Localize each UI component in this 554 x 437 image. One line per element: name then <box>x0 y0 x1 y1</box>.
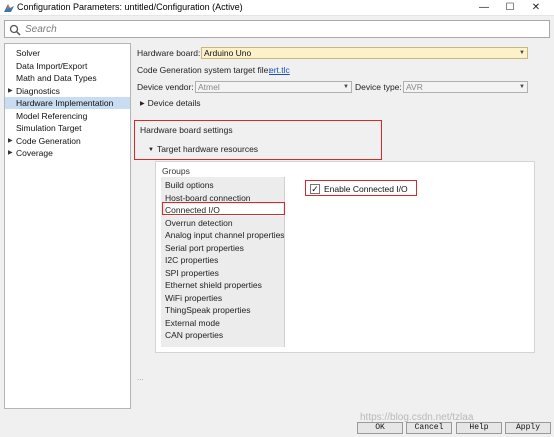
group-item-build-options[interactable]: Build options <box>165 179 283 191</box>
group-item-can[interactable]: CAN properties <box>165 329 283 341</box>
expand-arrow-icon: ▶ <box>140 101 145 107</box>
group-item-wifi[interactable]: WiFi properties <box>165 292 283 304</box>
help-button[interactable]: Help <box>456 422 502 434</box>
ok-button[interactable]: OK <box>357 422 403 434</box>
expand-arrow-icon[interactable]: ▶ <box>8 135 13 147</box>
nav-item-label: Coverage <box>16 148 53 158</box>
search-icon <box>9 24 21 36</box>
device-vendor-label: Device vendor: <box>137 82 194 92</box>
nav-item-label: Hardware Implementation <box>16 98 114 108</box>
category-tree: Solver Data Import/Export Math and Data … <box>4 43 131 409</box>
nav-item-coverage[interactable]: ▶ Coverage <box>5 147 130 159</box>
hardware-board-select[interactable]: Arduino Uno ▼ <box>201 47 528 59</box>
nav-item-label: Model Referencing <box>16 110 88 121</box>
hardware-board-value: Arduino Uno <box>204 48 252 58</box>
device-details-expander[interactable]: ▶ Device details <box>140 98 201 108</box>
groups-label: Groups <box>162 166 190 176</box>
search-input[interactable] <box>25 22 545 37</box>
maximize-button[interactable]: ☐ <box>496 0 524 16</box>
device-type-select[interactable]: AVR ▼ <box>403 81 528 93</box>
device-type-value: AVR <box>406 82 423 92</box>
device-vendor-select[interactable]: Atmel ▼ <box>195 81 352 93</box>
group-item-thingspeak[interactable]: ThingSpeak properties <box>165 304 283 316</box>
close-button[interactable]: ✕ <box>522 0 550 16</box>
nav-item-label: Math and Data Types <box>16 73 97 83</box>
nav-item-label: Diagnostics <box>16 85 60 96</box>
nav-item-label: Solver <box>16 48 41 58</box>
nav-item-code-generation[interactable]: ▶ Code Generation <box>5 135 130 147</box>
nav-item-model-referencing[interactable]: Model Referencing <box>5 110 130 122</box>
device-details-label: Device details <box>147 98 201 108</box>
nav-item-solver[interactable]: Solver <box>5 47 130 59</box>
group-item-i2c[interactable]: I2C properties <box>165 254 283 266</box>
nav-item-label: Simulation Target <box>16 123 82 133</box>
chevron-down-icon: ▼ <box>343 84 349 90</box>
target-resources-panel: Groups Build options Host-board connecti… <box>155 161 535 353</box>
cancel-button[interactable]: Cancel <box>406 422 452 434</box>
chevron-down-icon: ▼ <box>519 50 525 56</box>
window-title: Configuration Parameters: untitled/Confi… <box>17 2 243 12</box>
group-item-serial-port[interactable]: Serial port properties <box>165 242 283 254</box>
codegen-target-label: Code Generation system target file: <box>137 65 271 75</box>
group-item-external-mode[interactable]: External mode <box>165 317 283 329</box>
window-titlebar: Configuration Parameters: untitled/Confi… <box>0 0 554 16</box>
codegen-target-link[interactable]: ert.tlc <box>269 65 290 75</box>
hardware-board-label: Hardware board: <box>137 48 201 58</box>
ellipsis-text: ... <box>137 373 144 382</box>
nav-item-diagnostics[interactable]: ▶ Diagnostics <box>5 85 130 97</box>
expand-arrow-icon[interactable]: ▶ <box>8 147 13 159</box>
minimize-button[interactable]: — <box>470 0 498 16</box>
nav-item-data-import-export[interactable]: Data Import/Export <box>5 60 130 72</box>
annotation-highlight-box <box>134 120 382 160</box>
chevron-down-icon: ▼ <box>519 84 525 90</box>
group-item-analog-input[interactable]: Analog input channel properties <box>165 229 285 241</box>
nav-item-label: Code Generation <box>16 135 81 146</box>
simulink-app-icon <box>4 4 14 12</box>
group-item-ethernet-shield[interactable]: Ethernet shield properties <box>165 279 283 291</box>
expand-arrow-icon[interactable]: ▶ <box>8 85 13 97</box>
nav-item-math-and-data-types[interactable]: Math and Data Types <box>5 72 130 84</box>
hardware-implementation-pane: Hardware board: Arduino Uno ▼ Code Gener… <box>134 43 550 409</box>
nav-item-simulation-target[interactable]: Simulation Target <box>5 122 130 134</box>
apply-button[interactable]: Apply <box>505 422 551 434</box>
group-item-overrun-detection[interactable]: Overrun detection <box>165 217 283 229</box>
group-item-spi[interactable]: SPI properties <box>165 267 283 279</box>
nav-item-hardware-implementation[interactable]: Hardware Implementation <box>5 97 130 109</box>
annotation-highlight-box <box>305 180 417 196</box>
device-vendor-value: Atmel <box>198 82 220 92</box>
search-box[interactable] <box>4 20 550 38</box>
device-type-label: Device type: <box>355 82 402 92</box>
annotation-highlight-box <box>162 202 285 215</box>
nav-item-label: Data Import/Export <box>16 60 88 71</box>
